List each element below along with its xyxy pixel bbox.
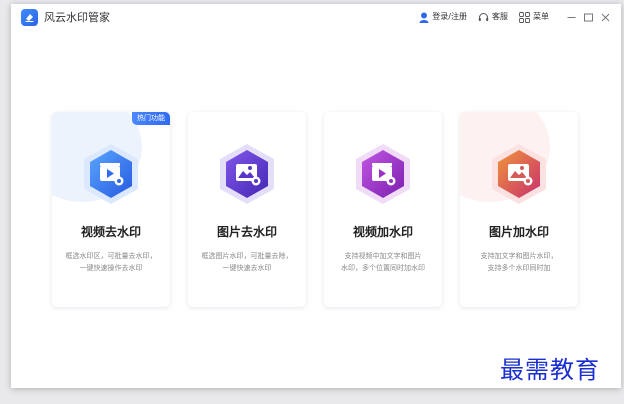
site-watermark: 最需教育 bbox=[500, 356, 600, 384]
card-description: 支持加文字和图片水印， 支持多个水印同时加 bbox=[466, 250, 572, 274]
title-bar-actions: 登录/注册 客服 菜单 bbox=[419, 11, 611, 23]
card-desc-line-1: 支持加文字和图片水印， bbox=[480, 252, 558, 260]
maximize-icon bbox=[583, 13, 593, 21]
card-title: 视频去水印 bbox=[80, 225, 141, 239]
card-desc-line-2: 一键快速操作去水印 bbox=[79, 264, 143, 272]
title-bar: 风云水印管家 登录/注册 客服 菜单 bbox=[11, 4, 621, 31]
card-desc-line-1: 框选水印区，可批量去水印， bbox=[65, 252, 157, 260]
user-icon bbox=[419, 12, 429, 23]
card-video-add-watermark[interactable]: 视频加水印 支持视频中加文字和图片 水印，多个位置同时加水印 bbox=[324, 112, 442, 307]
menu-button[interactable]: 菜单 bbox=[519, 11, 549, 23]
login-button[interactable]: 登录/注册 bbox=[419, 11, 467, 23]
app-window: 风云水印管家 登录/注册 客服 菜单 热门功能 视频去水印 框选水印区，可批量去… bbox=[11, 4, 621, 388]
card-description: 框选水印区，可批量去水印， 一键快速操作去水印 bbox=[58, 250, 164, 274]
login-label: 登录/注册 bbox=[432, 12, 467, 21]
video-remove-icon bbox=[84, 144, 138, 204]
card-description: 框选图片水印，可批量去除， 一键快速去水印 bbox=[194, 250, 300, 274]
image-add-icon bbox=[492, 144, 546, 204]
card-icon-wrap bbox=[52, 142, 170, 206]
card-icon-wrap bbox=[188, 142, 306, 206]
eraser-icon bbox=[25, 14, 34, 22]
maximize-button[interactable] bbox=[582, 11, 594, 23]
app-logo bbox=[21, 9, 38, 26]
menu-label: 菜单 bbox=[533, 12, 549, 21]
grid-menu-icon bbox=[519, 11, 530, 23]
card-title: 图片去水印 bbox=[216, 225, 277, 239]
card-title: 视频加水印 bbox=[352, 225, 413, 239]
service-button[interactable]: 客服 bbox=[478, 11, 508, 23]
card-desc-line-2: 支持多个水印同时加 bbox=[487, 264, 551, 272]
card-image-remove-watermark[interactable]: 图片去水印 框选图片水印，可批量去除， 一键快速去水印 bbox=[188, 112, 306, 307]
close-button[interactable] bbox=[599, 11, 611, 23]
card-icon-wrap bbox=[460, 142, 578, 206]
card-title: 图片加水印 bbox=[488, 225, 549, 239]
card-desc-line-1: 支持视频中加文字和图片 bbox=[344, 252, 422, 260]
minimize-button[interactable] bbox=[565, 11, 577, 23]
card-desc-line-2: 水印，多个位置同时加水印 bbox=[341, 264, 425, 272]
hot-feature-badge: 热门功能 bbox=[132, 112, 170, 125]
close-icon bbox=[601, 13, 609, 21]
video-add-icon bbox=[356, 144, 410, 204]
service-label: 客服 bbox=[492, 12, 508, 21]
card-icon-wrap bbox=[324, 142, 442, 206]
headset-icon bbox=[478, 12, 489, 21]
card-image-add-watermark[interactable]: 图片加水印 支持加文字和图片水印， 支持多个水印同时加 bbox=[460, 112, 578, 307]
card-desc-line-1: 框选图片水印，可批量去除， bbox=[201, 252, 293, 260]
card-description: 支持视频中加文字和图片 水印，多个位置同时加水印 bbox=[330, 250, 436, 274]
image-remove-icon bbox=[220, 144, 274, 204]
card-video-remove-watermark[interactable]: 热门功能 视频去水印 框选水印区，可批量去水印， 一键快速操作去水印 bbox=[52, 112, 170, 307]
minimize-icon bbox=[567, 16, 575, 18]
card-desc-line-2: 一键快速去水印 bbox=[222, 264, 272, 272]
app-title: 风云水印管家 bbox=[44, 11, 110, 24]
